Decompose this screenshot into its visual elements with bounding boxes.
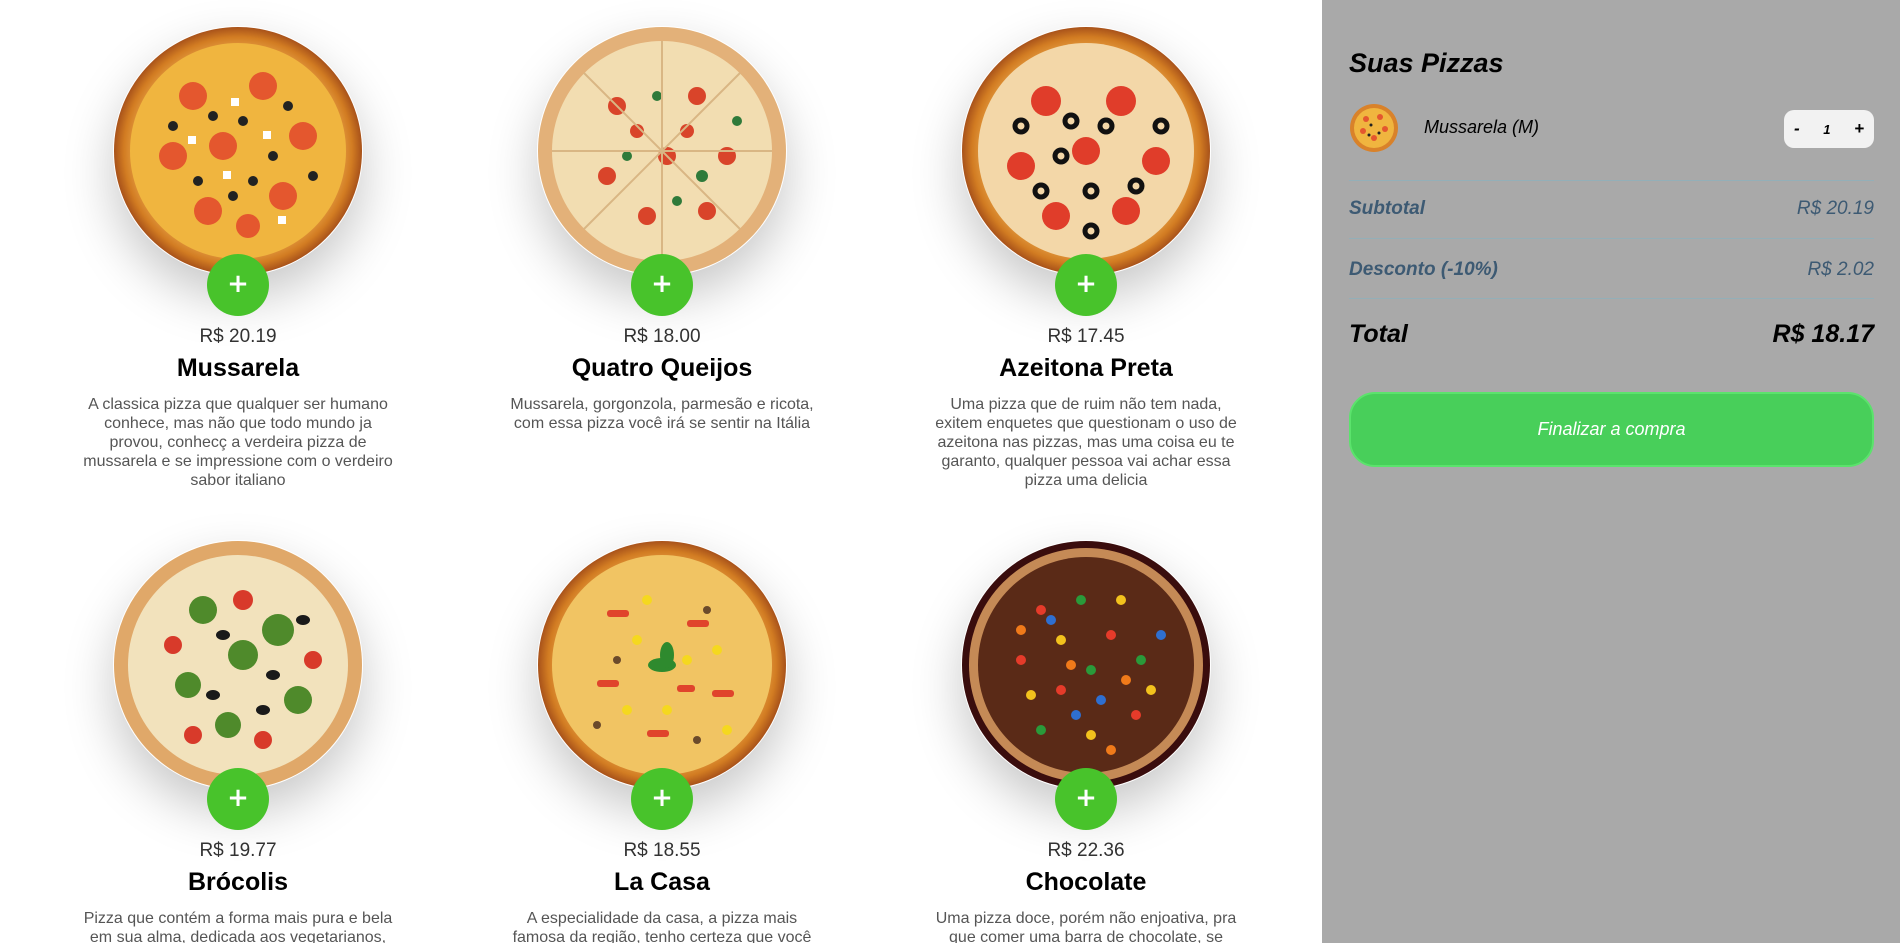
pizza-name: Quatro Queijos — [571, 354, 753, 382]
cart-panel: Suas Pizzas Mussarela (M) - 1 + Subtotal… — [1322, 0, 1900, 943]
pizza-menu: + R$ 20.19 Mussarela A classica pizza qu… — [0, 0, 1322, 943]
total-value: R$ 18.17 — [1772, 320, 1874, 348]
increase-quantity-button[interactable]: + — [1854, 119, 1864, 139]
quantity-value: 1 — [1823, 121, 1831, 137]
pizza-card: + R$ 19.77 Brócolis Pizza que contém a f… — [78, 540, 398, 943]
total-row: Total R$ 18.17 — [1349, 320, 1874, 349]
pizza-price: R$ 17.45 — [1047, 326, 1125, 347]
pizza-price: R$ 22.36 — [1047, 840, 1125, 861]
add-to-cart-button[interactable]: + — [207, 768, 269, 830]
discount-row: Desconto (-10%) R$ 2.02 — [1349, 259, 1874, 281]
pizza-price: R$ 18.00 — [623, 326, 701, 347]
pizza-price: R$ 20.19 — [199, 326, 277, 347]
discount-value: R$ 2.02 — [1807, 259, 1874, 280]
subtotal-value: R$ 20.19 — [1796, 198, 1874, 219]
pizza-image[interactable]: + — [113, 540, 363, 830]
pizza-price: R$ 19.77 — [199, 840, 277, 861]
add-to-cart-button[interactable]: + — [1055, 768, 1117, 830]
pizza-image[interactable]: + — [961, 540, 1211, 830]
checkout-button[interactable]: Finalizar a compra — [1349, 392, 1874, 467]
pizza-description: Mussarela, gorgonzola, parmesão e ricota… — [510, 396, 814, 432]
total-label: Total — [1349, 320, 1408, 348]
pizza-card: + R$ 22.36 Chocolate Uma pizza doce, por… — [926, 540, 1246, 943]
pizza-name: La Casa — [614, 868, 710, 896]
pizza-image[interactable]: + — [961, 26, 1211, 316]
quantity-stepper: - 1 + — [1784, 110, 1874, 148]
cart-item: Mussarela (M) - 1 + — [1349, 103, 1874, 153]
pizza-description: Uma pizza que de ruim não tem nada, exit… — [935, 396, 1237, 489]
add-to-cart-button[interactable]: + — [1055, 254, 1117, 316]
pizza-description: Uma pizza doce, porém não enjoativa, pra… — [935, 910, 1237, 943]
subtotal-row: Subtotal R$ 20.19 — [1349, 198, 1874, 220]
subtotal-label: Subtotal — [1349, 198, 1425, 219]
pizza-name: Azeitona Preta — [999, 354, 1173, 382]
pizza-name: Chocolate — [1025, 868, 1147, 896]
pizza-image[interactable]: + — [537, 540, 787, 830]
add-to-cart-button[interactable]: + — [631, 768, 693, 830]
cart-item-image — [1349, 103, 1399, 153]
divider — [1349, 180, 1874, 181]
pizza-card: + R$ 17.45 Azeitona Preta Uma pizza que … — [926, 26, 1246, 490]
pizza-description: A classica pizza que qualquer ser humano… — [83, 396, 393, 489]
cart-title: Suas Pizzas — [1349, 48, 1504, 78]
pizza-card: + R$ 20.19 Mussarela A classica pizza qu… — [78, 26, 398, 490]
decrease-quantity-button[interactable]: - — [1794, 119, 1800, 139]
pizza-image[interactable]: + — [537, 26, 787, 316]
pizza-description: A especialidade da casa, a pizza mais fa… — [512, 910, 812, 943]
divider — [1349, 298, 1874, 299]
pizza-card: + R$ 18.00 Quatro Queijos Mussarela, gor… — [502, 26, 822, 433]
pizza-name: Brócolis — [187, 868, 289, 896]
pizza-price: R$ 18.55 — [623, 840, 701, 861]
pizza-image[interactable]: + — [113, 26, 363, 316]
divider — [1349, 238, 1874, 239]
pizza-name: Mussarela — [176, 354, 300, 382]
add-to-cart-button[interactable]: + — [207, 254, 269, 316]
pizza-description: Pizza que contém a forma mais pura e bel… — [83, 910, 393, 943]
pizza-card: + R$ 18.55 La Casa A especialidade da ca… — [502, 540, 822, 943]
cart-item-name: Mussarela (M) — [1424, 117, 1540, 137]
discount-label: Desconto (-10%) — [1349, 259, 1498, 280]
add-to-cart-button[interactable]: + — [631, 254, 693, 316]
